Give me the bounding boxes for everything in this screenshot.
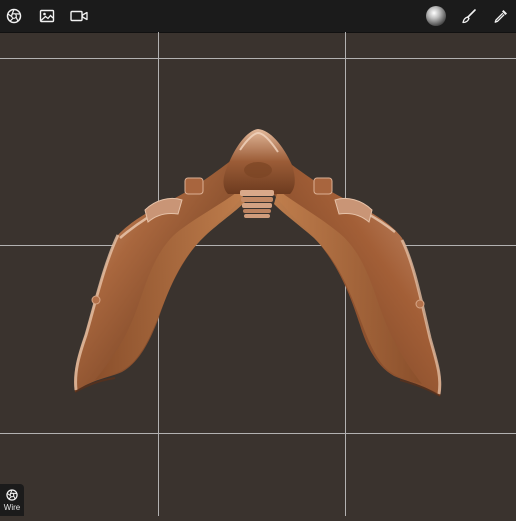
helmet-center-steps [240,190,274,218]
viewport-canvas [0,32,516,516]
brush-tool-button[interactable] [456,3,482,29]
3d-viewport[interactable] [0,32,516,516]
helmet-model [74,129,441,396]
eyedropper-icon [492,7,510,25]
aperture-icon [5,7,23,25]
aperture-icon [5,488,19,502]
wireframe-toggle-button[interactable]: Wire [0,484,24,516]
aperture-tool-button[interactable] [1,3,27,29]
image-tool-button[interactable] [34,3,60,29]
wire-label: Wire [4,503,20,512]
video-camera-icon [69,7,89,25]
image-icon [38,7,56,25]
viewport-grid [0,32,516,516]
material-tool-button[interactable] [423,3,449,29]
eyedropper-tool-button[interactable] [488,3,514,29]
video-tool-button[interactable] [66,3,92,29]
paint-brush-icon [460,7,478,25]
material-sphere-icon [425,5,447,27]
top-toolbar [0,0,516,33]
